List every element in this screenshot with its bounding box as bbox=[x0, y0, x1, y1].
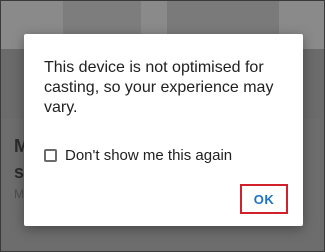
screen-frame: M s M This device is not optimised for c… bbox=[0, 0, 325, 252]
background-thumbnail-left bbox=[63, 1, 141, 35]
ok-button[interactable]: OK bbox=[240, 184, 288, 214]
background-subtext: M bbox=[14, 187, 24, 201]
dialog-message: This device is not optimised for casting… bbox=[44, 59, 274, 116]
background-thumbnail-right bbox=[167, 1, 279, 37]
dont-show-again-row[interactable]: Don't show me this again bbox=[44, 145, 232, 165]
cast-warning-dialog: This device is not optimised for casting… bbox=[24, 34, 303, 226]
background-heading-line2: s bbox=[14, 162, 25, 182]
dont-show-again-checkbox[interactable] bbox=[44, 148, 57, 162]
dont-show-again-label[interactable]: Don't show me this again bbox=[65, 147, 232, 164]
